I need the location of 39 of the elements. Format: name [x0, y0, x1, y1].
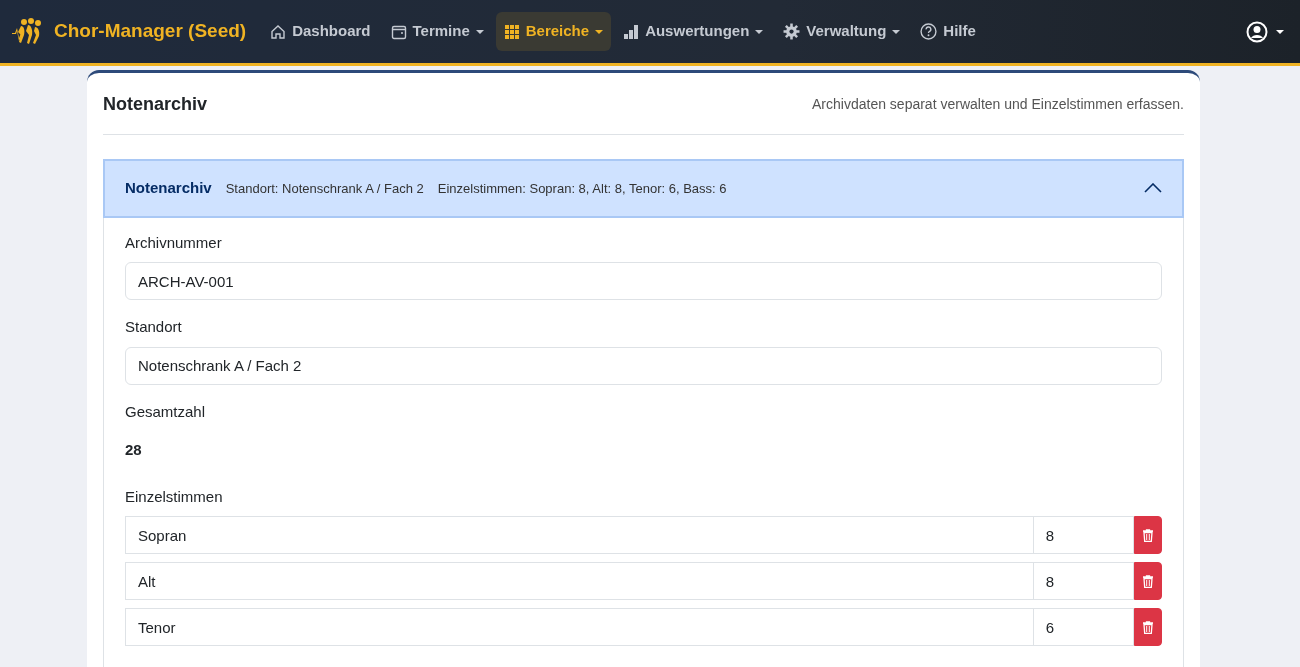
input-field[interactable]: Notenschrank A / Fach 2	[125, 346, 1162, 385]
bar-chart-icon	[623, 23, 640, 40]
card-title: Notenarchiv	[103, 93, 208, 116]
help-icon	[920, 23, 938, 40]
nav-link[interactable]: Hilfe	[912, 12, 984, 51]
input-field[interactable]: Alt	[125, 562, 1034, 600]
nav-link[interactable]: Verwaltung	[775, 12, 909, 51]
user-icon	[1246, 20, 1268, 43]
input-field[interactable]: Sopran	[125, 516, 1034, 554]
field-label: Standort	[125, 317, 183, 337]
total-value: 28	[125, 440, 142, 460]
nav-link[interactable]: Bereiche	[495, 12, 612, 51]
card-subtitle: Archivdaten separat verwalten und Einzelstimmen erfassen.	[812, 95, 1184, 114]
user-menu[interactable]	[1246, 20, 1284, 43]
input-field[interactable]: 8	[1033, 562, 1134, 600]
nav-link[interactable]: Auswertungen	[615, 12, 772, 51]
nav-link[interactable]: Dashboard	[262, 12, 379, 51]
calendar-icon	[390, 23, 407, 40]
input-field[interactable]: 8	[1033, 516, 1134, 554]
caret-icon	[1276, 29, 1284, 34]
trash-icon	[1141, 620, 1154, 634]
field-label: Einzelstimmen	[125, 486, 224, 507]
accordion-header[interactable]: Notenarchiv Standort: Notenschrank A / Fach 2 Einzelstimmen: Sopran: 8, Alt: 8, Tenor: 6, Bass: 6	[103, 159, 1184, 218]
input-field[interactable]: 6	[1033, 608, 1134, 646]
trash-icon	[1141, 528, 1154, 542]
delete-button[interactable]	[1133, 516, 1162, 554]
nav-link[interactable]: Termine	[382, 12, 492, 51]
delete-button[interactable]	[1133, 562, 1162, 600]
chevron-icon	[1144, 183, 1162, 194]
grid-icon	[503, 23, 520, 40]
brand-title[interactable]: Chor-Manager (Seed)	[54, 17, 247, 46]
field-label: Archivnummer	[125, 232, 223, 253]
field-label: Gesamtzahl	[125, 401, 207, 422]
home-icon	[270, 23, 287, 40]
settings-icon	[783, 23, 801, 40]
input-field[interactable]: ARCH-AV-001	[125, 262, 1162, 300]
input-field[interactable]: Tenor	[125, 608, 1034, 646]
delete-button[interactable]	[1133, 608, 1162, 646]
trash-icon	[1141, 574, 1154, 588]
